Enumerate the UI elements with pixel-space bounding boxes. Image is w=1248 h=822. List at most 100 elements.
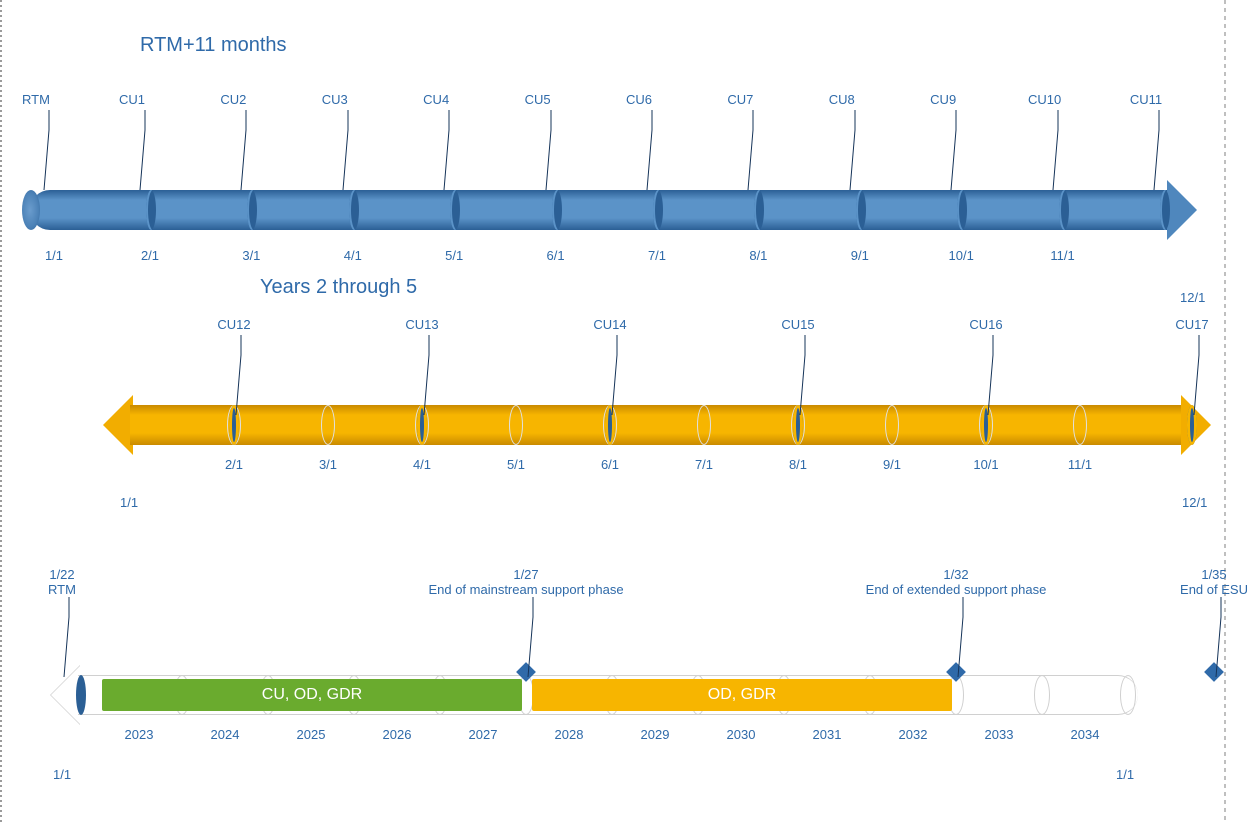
page-left-border [0, 0, 2, 822]
milestone-text: End of ESU [1180, 582, 1248, 597]
date-label: 6/1 [531, 248, 581, 263]
milestone-date: 1/32 [866, 567, 1047, 582]
marker-stem [61, 597, 71, 667]
date-label: 5/1 [429, 248, 479, 263]
marker-stem [1213, 597, 1223, 667]
year-label: 2026 [367, 727, 427, 742]
cu-label: CU5 [508, 92, 568, 107]
marker-stem [644, 110, 654, 190]
timeline3-left-cap [76, 675, 86, 715]
date-label: 2/1 [209, 457, 259, 472]
timeline2-segment [885, 405, 899, 445]
timeline2-start-date: 1/1 [120, 495, 138, 510]
date-label: 10/1 [961, 457, 1011, 472]
timeline-support-phases: 2023202420252026202720282029203020312032… [48, 675, 1138, 715]
timeline2-segment [509, 405, 523, 445]
milestone-date: 1/22 [48, 567, 76, 582]
year-label: 2025 [281, 727, 341, 742]
marker-stem [421, 335, 431, 405]
year-label: 2027 [453, 727, 513, 742]
timeline-years-2-5: 2/13/14/15/16/17/18/19/110/111/1CU12CU13… [100, 405, 1214, 445]
timeline2-end-date: 12/1 [1182, 495, 1207, 510]
date-label: 9/1 [867, 457, 917, 472]
mainstream-support-label: CU, OD, GDR [262, 686, 362, 704]
milestone-label: 1/22RTM [48, 567, 76, 597]
marker-stem [543, 110, 553, 190]
marker-stem [797, 335, 807, 405]
timeline3-start-date: 1/1 [53, 767, 71, 782]
date-label: 10/1 [936, 248, 986, 263]
cu-label: CU14 [580, 317, 640, 332]
cu-label: CU15 [768, 317, 828, 332]
date-label: 6/1 [585, 457, 635, 472]
arrowhead-left-icon [103, 395, 133, 455]
marker-stem [340, 110, 350, 190]
cu-label: CU6 [609, 92, 669, 107]
timeline2-segment [321, 405, 335, 445]
date-label: 11/1 [1055, 457, 1105, 472]
marker-stem [1191, 335, 1201, 405]
timeline3-segment [1120, 675, 1136, 715]
date-label: 2/1 [125, 248, 175, 263]
arrowhead-right-icon [1167, 180, 1197, 240]
date-label: 11/1 [1038, 248, 1088, 263]
year-label: 2030 [711, 727, 771, 742]
milestone-text: RTM [48, 582, 76, 597]
cu-label: CU4 [406, 92, 466, 107]
cu-label: CU17 [1162, 317, 1222, 332]
marker-stem [1050, 110, 1060, 190]
marker-stem [955, 597, 965, 667]
marker-stem [137, 110, 147, 190]
marker-stem [525, 597, 535, 667]
date-label: 7/1 [679, 457, 729, 472]
milestone-label: 1/35End of ESU [1180, 567, 1248, 597]
timeline2-segment [697, 405, 711, 445]
extended-support-label: OD, GDR [708, 686, 776, 704]
cu-label: CU16 [956, 317, 1016, 332]
cu-label: CU11 [1116, 92, 1176, 107]
timeline2-shaft [130, 405, 1184, 445]
cu-label: CU9 [913, 92, 973, 107]
cu-label: CU1 [102, 92, 162, 107]
timeline1-end-date: 12/1 [1180, 290, 1205, 305]
year-label: 2023 [109, 727, 169, 742]
milestone-label: 1/32End of extended support phase [866, 567, 1047, 597]
marker-stem [948, 110, 958, 190]
cu-label: CU13 [392, 317, 452, 332]
marker-stem [41, 110, 51, 190]
date-label: 4/1 [397, 457, 447, 472]
date-label: 7/1 [632, 248, 682, 263]
timeline1-segment [349, 190, 359, 230]
timeline2-segment [1073, 405, 1087, 445]
mainstream-support-bar: CU, OD, GDR [102, 679, 522, 711]
timeline3-segment [1034, 675, 1050, 715]
year-label: 2034 [1055, 727, 1115, 742]
milestone-text: End of extended support phase [866, 582, 1047, 597]
cu-label: CU8 [812, 92, 872, 107]
year-label: 2032 [883, 727, 943, 742]
marker-stem [985, 335, 995, 405]
timeline3-end-date: 1/1 [1116, 767, 1134, 782]
date-label: 5/1 [491, 457, 541, 472]
date-label: 1/1 [29, 248, 79, 263]
timeline1-segment [1059, 190, 1069, 230]
cu-label: CU2 [203, 92, 263, 107]
date-label: 9/1 [835, 248, 885, 263]
marker-stem [745, 110, 755, 190]
timeline1-segment [1160, 190, 1170, 230]
cu-label: CU3 [305, 92, 365, 107]
timeline1-segment [856, 190, 866, 230]
date-label: 4/1 [328, 248, 378, 263]
cu-label: RTM [6, 92, 66, 107]
date-label: 3/1 [303, 457, 353, 472]
milestone-text: End of mainstream support phase [428, 582, 623, 597]
cu-label: CU12 [204, 317, 264, 332]
date-label: 8/1 [733, 248, 783, 263]
timeline1-segment [146, 190, 156, 230]
marker-stem [233, 335, 243, 405]
marker-stem [441, 110, 451, 190]
year-label: 2033 [969, 727, 1029, 742]
extended-support-bar: OD, GDR [532, 679, 952, 711]
milestone-label: 1/27End of mainstream support phase [428, 567, 623, 597]
timeline1-segment [653, 190, 663, 230]
